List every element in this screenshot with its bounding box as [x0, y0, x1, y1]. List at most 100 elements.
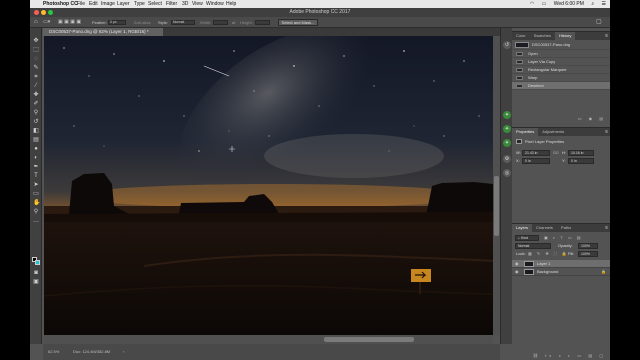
history-panel-icon[interactable]: ↺	[503, 41, 511, 49]
opacity-field[interactable]: 100%	[578, 243, 598, 249]
marquee-preset-icon[interactable]: ▭▾	[43, 17, 50, 28]
adjust-panel-icon[interactable]: ✦	[503, 139, 511, 147]
menu-filter[interactable]: Filter	[166, 0, 177, 8]
link-icon[interactable]: GO	[553, 149, 558, 157]
zoom-tool-icon[interactable]: ⚲	[33, 209, 39, 215]
battery-icon[interactable]: ▭	[542, 1, 547, 7]
info-panel-icon[interactable]: ◎	[503, 169, 511, 177]
image-canvas[interactable]	[44, 36, 493, 335]
quick-select-tool-icon[interactable]: ✎	[33, 65, 39, 71]
layer-row-layer-1[interactable]: ◉ Layer 1	[512, 260, 610, 268]
kind-filter-select[interactable]: ⌕ Kind	[515, 235, 539, 241]
close-window-icon[interactable]	[34, 10, 39, 15]
y-field[interactable]: 0 in	[568, 158, 594, 164]
tab-channels[interactable]: Channels	[532, 224, 557, 232]
lock-icons[interactable]: ▦ ✎ ✥ ⛶ 🔒	[528, 250, 569, 258]
horizontal-scrollbar[interactable]	[44, 335, 493, 344]
tab-history[interactable]: History	[554, 32, 576, 40]
minimize-window-icon[interactable]	[41, 10, 46, 15]
panel-menu-icon[interactable]: ≡	[605, 224, 608, 232]
background-color-swatch[interactable]	[35, 260, 40, 265]
clone-stamp-tool-icon[interactable]: ⚲	[33, 110, 39, 116]
zoom-level[interactable]: 62.5%	[48, 344, 59, 360]
brush-tool-icon[interactable]: ✐	[33, 101, 39, 107]
visibility-eye-icon[interactable]: ◉	[515, 268, 519, 276]
blend-mode-select[interactable]: Normal	[515, 243, 551, 249]
menu-window[interactable]: Window	[206, 0, 224, 8]
document-tab[interactable]: DSC00537-Pano.dng @ 62% (Layer 1, RGB/16…	[43, 28, 163, 36]
more-tools-icon[interactable]: …	[33, 218, 39, 224]
menu-layer[interactable]: Layer	[117, 0, 130, 8]
vertical-scroll-thumb[interactable]	[494, 176, 499, 236]
quick-mask-icon[interactable]: ◙	[33, 270, 39, 276]
lasso-tool-icon[interactable]: ◌	[33, 56, 39, 62]
wifi-icon[interactable]: ◠	[530, 1, 534, 7]
move-tool-icon[interactable]: ✥	[33, 38, 39, 44]
pen-tool-icon[interactable]: ✒	[33, 164, 39, 170]
swap-icon[interactable]: ⇄	[232, 17, 235, 28]
gradient-tool-icon[interactable]: ▤	[33, 137, 39, 143]
eyedropper-tool-icon[interactable]: ⁄	[33, 83, 39, 89]
workspace-icon[interactable]: ▢	[596, 17, 602, 28]
selection-mode-icons[interactable]: ▣ ▣ ▣ ▣	[58, 17, 81, 28]
path-select-tool-icon[interactable]: ➤	[33, 182, 39, 188]
style-select[interactable]: Normal	[171, 20, 195, 25]
menu-file[interactable]: File	[77, 0, 85, 8]
height-field[interactable]: 10.16 in	[568, 150, 594, 156]
tab-color[interactable]: Color	[512, 32, 530, 40]
tab-properties[interactable]: Properties	[512, 128, 539, 136]
tab-layers[interactable]: Layers	[512, 224, 533, 232]
properties-panel-icon[interactable]: ⚙	[503, 155, 511, 163]
width-field[interactable]: 21.43 in	[522, 150, 550, 156]
layer-row-background[interactable]: ◉ Background 🔒	[512, 268, 610, 276]
rectangle-tool-icon[interactable]: ▭	[33, 191, 39, 197]
history-brush-tool-icon[interactable]: ↺	[33, 119, 39, 125]
dodge-tool-icon[interactable]: ◐	[33, 155, 39, 161]
menu-help[interactable]: Help	[226, 0, 236, 8]
menu-image[interactable]: Image	[101, 0, 115, 8]
visibility-eye-icon[interactable]: ◉	[515, 260, 519, 268]
antialias-checkbox[interactable]: Anti-alias	[134, 17, 150, 28]
healing-brush-tool-icon[interactable]: ✚	[33, 92, 39, 98]
vertical-scrollbar[interactable]	[493, 36, 500, 335]
select-and-mask-button[interactable]: Select and Mask...	[278, 19, 318, 26]
clock[interactable]: Wed 6:00 PM	[554, 1, 584, 7]
history-state[interactable]: Open	[512, 50, 610, 58]
height-input[interactable]	[255, 20, 270, 25]
layer-filter-icons[interactable]: ▣ ◐ T ▭ ▤	[544, 234, 583, 242]
feather-input[interactable]: 0 px	[108, 20, 126, 25]
layers-footer-buttons[interactable]: ⛓ fx ◑ ◐ ▭ ▤ ▢	[512, 353, 610, 358]
libraries-panel-icon[interactable]: ✦	[503, 125, 511, 133]
x-field[interactable]: 0 in	[522, 158, 550, 164]
history-snapshot[interactable]: DSC00537-Pano.dng	[512, 40, 610, 50]
status-menu-arrow-icon[interactable]: ›	[123, 344, 124, 360]
history-state-selected[interactable]: Deselect	[512, 82, 610, 90]
learn-panel-icon[interactable]: ✦	[503, 111, 511, 119]
fill-field[interactable]: 100%	[578, 251, 598, 257]
history-state[interactable]: Layer Via Copy	[512, 58, 610, 66]
hand-tool-icon[interactable]: ✋	[33, 200, 40, 206]
spotlight-icon[interactable]: ⌕	[591, 1, 594, 7]
screen-mode-icon[interactable]: ▣	[33, 279, 39, 285]
type-tool-icon[interactable]: T	[33, 173, 39, 179]
home-icon[interactable]: ⌂	[34, 17, 38, 28]
history-state[interactable]: Warp	[512, 74, 610, 82]
tab-swatches[interactable]: Swatches	[530, 32, 555, 40]
crop-tool-icon[interactable]: ⌗	[33, 74, 39, 80]
history-state[interactable]: Rectangular Marquee	[512, 66, 610, 74]
menu-select[interactable]: Select	[148, 0, 162, 8]
tab-adjustments[interactable]: Adjustments	[538, 128, 568, 136]
panel-menu-icon[interactable]: ≡	[605, 32, 608, 40]
marquee-tool-icon[interactable]: ⬚	[33, 47, 39, 53]
blur-tool-icon[interactable]: ●	[33, 146, 39, 152]
menu-3d[interactable]: 3D	[182, 0, 188, 8]
eraser-tool-icon[interactable]: ◧	[33, 128, 39, 134]
menu-app-name[interactable]: Photoshop CC	[43, 0, 78, 8]
history-footer-buttons[interactable]: ▭ ◉ ▤	[512, 116, 610, 121]
notification-icon[interactable]: ☰	[602, 1, 606, 7]
zoom-window-icon[interactable]	[48, 10, 53, 15]
panel-menu-icon[interactable]: ≡	[605, 128, 608, 136]
width-input[interactable]	[213, 20, 228, 25]
horizontal-scroll-thumb[interactable]	[324, 337, 414, 342]
menu-type[interactable]: Type	[134, 0, 145, 8]
